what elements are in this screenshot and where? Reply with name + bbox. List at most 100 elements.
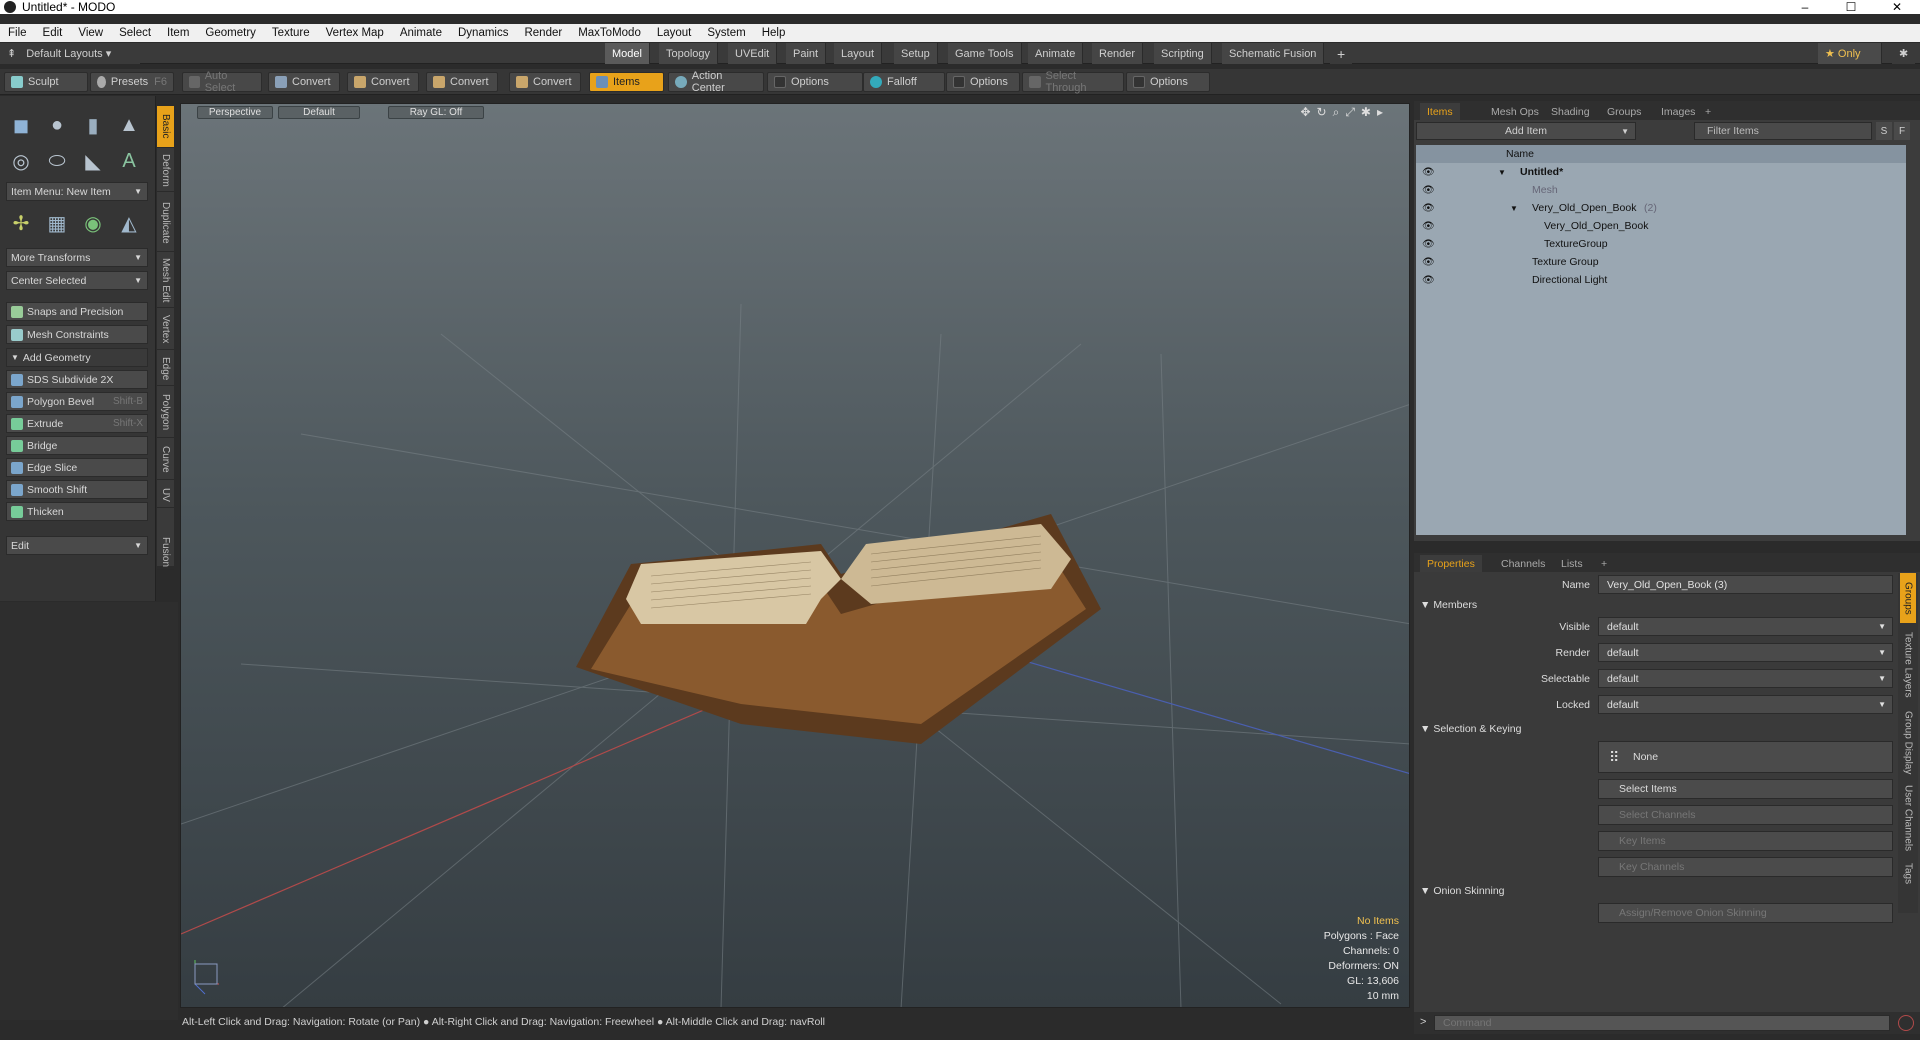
center-selected-dropdown[interactable]: Center Selected ▼ [6, 271, 148, 290]
add-tab-icon[interactable]: + [1594, 555, 1614, 572]
assign-onion-button[interactable]: Assign/Remove Onion Skinning [1598, 903, 1893, 923]
menu-edit[interactable]: Edit [35, 27, 71, 39]
torus-icon[interactable]: ◎ [4, 144, 38, 178]
eye-icon[interactable]: 👁 [1422, 275, 1435, 286]
only-toggle[interactable]: ★ Only [1818, 43, 1882, 64]
convert-item-button[interactable]: Convert [509, 72, 581, 92]
eye-icon[interactable]: 👁 [1422, 239, 1435, 250]
tab-properties[interactable]: Properties [1420, 555, 1482, 572]
convert-vertex-button[interactable]: Convert [268, 72, 340, 92]
locked-dropdown[interactable]: default ▼ [1598, 695, 1893, 714]
bridge-button[interactable]: Bridge [6, 436, 148, 455]
more-transforms-dropdown[interactable]: More Transforms ▼ [6, 248, 148, 267]
select-through-options-button[interactable]: Options [1126, 72, 1210, 92]
menu-animate[interactable]: Animate [392, 27, 450, 39]
items-mode-button[interactable]: Items [589, 72, 664, 92]
sds-subdivide-button[interactable]: SDS Subdivide 2X [6, 370, 148, 389]
select-channels-button[interactable]: Select Channels [1598, 805, 1893, 825]
eye-icon[interactable]: 👁 [1422, 221, 1435, 232]
menu-layout[interactable]: Layout [649, 27, 700, 39]
add-tab-button[interactable]: + [1330, 43, 1353, 64]
text-icon[interactable]: A [112, 144, 146, 178]
menu-vertex-map[interactable]: Vertex Map [318, 27, 392, 39]
select-items-button[interactable]: Select Items [1598, 779, 1893, 799]
side-tab-groups[interactable]: Groups [1900, 573, 1916, 623]
mesh-constraints-button[interactable]: Mesh Constraints [6, 325, 148, 344]
menu-dynamics[interactable]: Dynamics [450, 27, 516, 39]
minimize-button[interactable]: – [1782, 0, 1828, 14]
vtab-deform[interactable]: Deform [157, 150, 174, 192]
falloff-options-button[interactable]: Options [946, 72, 1020, 92]
filter-items-input[interactable]: Filter Items [1694, 122, 1872, 140]
tree-row-texturegroup[interactable]: 👁 TextureGroup [1416, 235, 1906, 253]
side-tab-tags[interactable]: Tags [1900, 857, 1916, 891]
gear-icon[interactable]: ✱ [1892, 43, 1916, 64]
tab-channels[interactable]: Channels [1494, 555, 1552, 572]
sculpt-button[interactable]: Sculpt [4, 72, 88, 92]
sphere-icon[interactable]: ● [40, 108, 74, 142]
menu-geometry[interactable]: Geometry [197, 27, 264, 39]
close-button[interactable]: ✕ [1874, 0, 1920, 14]
none-button[interactable]: ⠿ None [1598, 741, 1893, 773]
eye-icon[interactable]: 👁 [1422, 167, 1435, 178]
select-through-button[interactable]: Select Through [1022, 70, 1124, 94]
menu-maxtomodo[interactable]: MaxToModo [570, 27, 649, 39]
default-layouts-dropdown[interactable]: ⇞ Default Layouts ▾ [0, 43, 140, 64]
tab-uvedit[interactable]: UVEdit [728, 43, 778, 64]
tab-mesh-ops[interactable]: Mesh Ops [1484, 103, 1546, 120]
item-menu-dropdown[interactable]: Item Menu: New Item ▼ [6, 182, 148, 201]
smooth-shift-button[interactable]: Smooth Shift [6, 480, 148, 499]
tree-row-book-mesh[interactable]: 👁 Very_Old_Open_Book [1416, 217, 1906, 235]
tree-row-texture-group[interactable]: 👁 Texture Group [1416, 253, 1906, 271]
globe-icon[interactable]: ◉ [76, 206, 110, 240]
vtab-uv[interactable]: UV [157, 482, 174, 508]
thicken-button[interactable]: Thicken [6, 502, 148, 521]
vtab-polygon[interactable]: Polygon [157, 388, 174, 438]
tree-row-mesh[interactable]: 👁 Mesh [1416, 181, 1906, 199]
add-geometry-header[interactable]: ▼ Add Geometry [6, 348, 148, 367]
maximize-button[interactable]: ☐ [1828, 0, 1874, 14]
menu-view[interactable]: View [70, 27, 111, 39]
onion-skinning-section[interactable]: ▼ Onion Skinning [1420, 885, 1505, 897]
side-tab-group-display[interactable]: Group Display [1900, 707, 1916, 779]
side-tab-texture-layers[interactable]: Texture Layers [1900, 625, 1916, 705]
extrude-button[interactable]: Extrude Shift-X [6, 414, 148, 433]
polygon-bevel-button[interactable]: Polygon Bevel Shift-B [6, 392, 148, 411]
menu-select[interactable]: Select [111, 27, 159, 39]
tab-scripting[interactable]: Scripting [1154, 43, 1212, 64]
3d-viewport[interactable]: Perspective Default Ray GL: Off ✥↻⌕⤢✱▸ N… [180, 103, 1410, 1008]
eye-icon[interactable]: 👁 [1422, 203, 1435, 214]
falloff-button[interactable]: Falloff [863, 72, 945, 92]
expand-icon[interactable]: ▼ [1510, 204, 1518, 213]
render-dropdown[interactable]: default ▼ [1598, 643, 1893, 662]
tab-items[interactable]: Items [1420, 103, 1460, 120]
tab-animate[interactable]: Animate [1028, 43, 1084, 64]
snaps-precision-button[interactable]: Snaps and Precision [6, 302, 148, 321]
menu-file[interactable]: File [0, 27, 35, 39]
cube-icon[interactable]: ◼ [4, 108, 38, 142]
convert-edge-button[interactable]: Convert [347, 72, 419, 92]
tab-layout[interactable]: Layout [834, 43, 883, 64]
pen-icon[interactable]: ◣ [76, 144, 110, 178]
key-items-button[interactable]: Key Items [1598, 831, 1893, 851]
add-item-button[interactable]: Add Item ▼ [1416, 122, 1636, 140]
tab-images[interactable]: Images [1654, 103, 1702, 120]
tab-topology[interactable]: Topology [659, 43, 719, 64]
key-channels-button[interactable]: Key Channels [1598, 857, 1893, 877]
tab-render[interactable]: Render [1092, 43, 1144, 64]
tab-setup[interactable]: Setup [894, 43, 938, 64]
tab-model[interactable]: Model [605, 43, 650, 64]
grid-icon[interactable]: ▦ [40, 206, 74, 240]
menu-texture[interactable]: Texture [264, 27, 318, 39]
vtab-edge[interactable]: Edge [157, 352, 174, 386]
tree-row-directional-light[interactable]: 👁 Directional Light [1416, 271, 1906, 289]
vtab-duplicate[interactable]: Duplicate [157, 194, 174, 252]
transform-icon[interactable]: ✢ [4, 206, 38, 240]
tab-paint[interactable]: Paint [786, 43, 827, 64]
search-toggle-s[interactable]: S [1876, 122, 1892, 140]
name-field[interactable]: Very_Old_Open_Book (3) [1598, 575, 1893, 594]
add-tab-icon[interactable]: + [1698, 103, 1718, 120]
tree-row-book-group[interactable]: 👁 ▼ Very_Old_Open_Book (2) [1416, 199, 1906, 217]
menu-system[interactable]: System [699, 27, 753, 39]
selectable-dropdown[interactable]: default ▼ [1598, 669, 1893, 688]
